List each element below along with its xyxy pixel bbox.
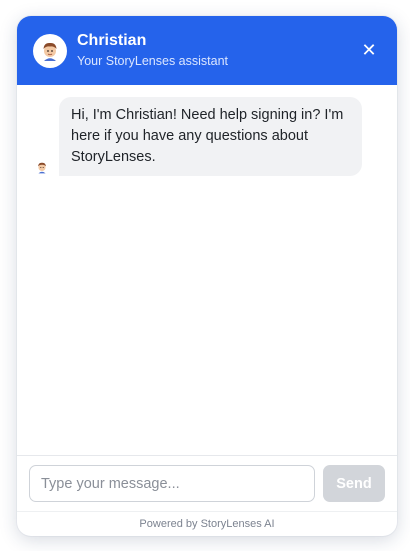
message-input[interactable]: [29, 465, 315, 502]
message-row: Hi, I'm Christian! Need help signing in?…: [35, 97, 362, 176]
composer: Send: [17, 455, 397, 511]
assistant-message-bubble: Hi, I'm Christian! Need help signing in?…: [59, 97, 362, 176]
message-list: Hi, I'm Christian! Need help signing in?…: [17, 85, 397, 455]
send-button[interactable]: Send: [323, 465, 385, 502]
chat-widget: Christian Your StoryLenses assistant ✕ H…: [17, 16, 397, 536]
chat-header: Christian Your StoryLenses assistant ✕: [17, 16, 397, 85]
close-icon[interactable]: ✕: [357, 39, 381, 63]
person-avatar-icon: [35, 160, 49, 174]
assistant-name: Christian: [77, 32, 147, 49]
person-avatar-icon: [33, 33, 67, 68]
powered-by-footer: Powered by StoryLenses AI: [17, 511, 397, 536]
assistant-subtitle: Your StoryLenses assistant: [77, 54, 229, 68]
